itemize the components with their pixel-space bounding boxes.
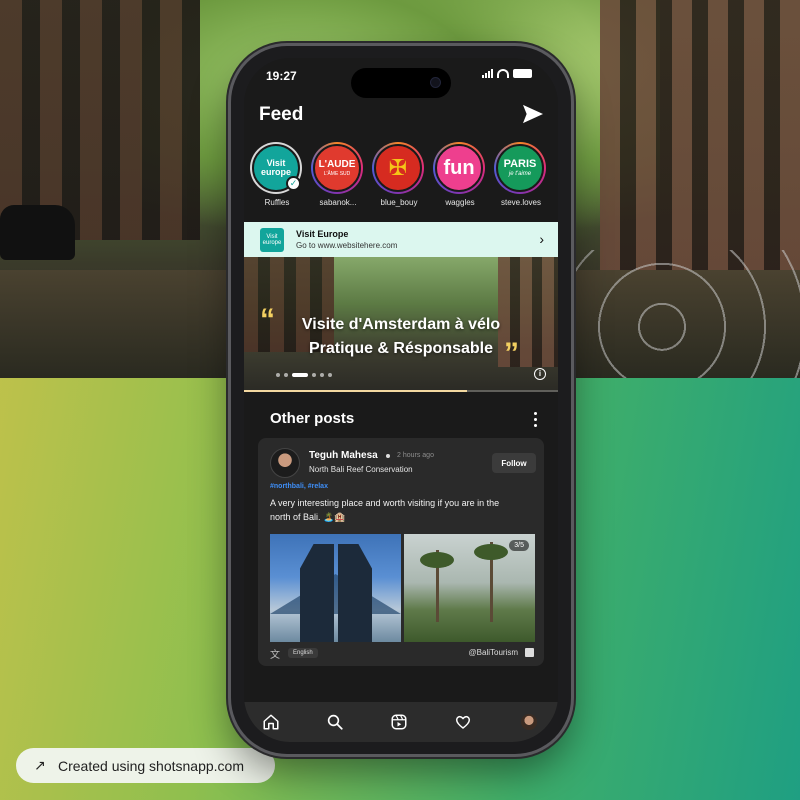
story-name: waggles (445, 198, 475, 207)
story-avatar: L'AUDE L'ÂME SUD (313, 144, 361, 192)
palm-frond (420, 552, 454, 568)
carousel-dot[interactable] (284, 373, 288, 377)
stories-row: Visit europe ✓ Ruffles L'AUDE L'ÂME SUD … (244, 142, 558, 210)
camera-icon (430, 77, 441, 88)
follow-button[interactable]: Follow (492, 453, 536, 473)
story-name: blue_bouy (380, 198, 418, 207)
story-ring: PARIS je t'aime (494, 142, 546, 194)
post-body: A very interesting place and worth visit… (270, 498, 500, 522)
avatar[interactable] (270, 448, 300, 478)
story-ring: fun (433, 142, 485, 194)
search-tab[interactable] (323, 710, 347, 734)
home-icon (263, 714, 279, 730)
status-time: 19:27 (266, 69, 297, 83)
more-vertical-icon[interactable] (534, 412, 538, 427)
send-icon[interactable] (522, 104, 544, 124)
battery-icon (513, 69, 532, 78)
gate-left (300, 544, 334, 642)
story-name: sabanok... (319, 198, 357, 207)
sponsor-logo: Visit europe (260, 227, 284, 252)
post-image-palms[interactable]: 3/5 (404, 534, 535, 642)
story-avatar: PARIS je t'aime (496, 144, 544, 192)
quote-close-icon: ” (504, 337, 519, 370)
hero-carousel[interactable]: “ Visite d'Amsterdam à vélo Pratique & R… (244, 257, 558, 392)
story-avatar: fun (435, 144, 483, 192)
phone-screen: 19:27 Feed Visit europe ✓ Ruffles L'AUDE… (244, 58, 558, 742)
search-icon (327, 714, 343, 730)
badge-text: Created using shotsnapp.com (58, 757, 244, 774)
activity-tab[interactable] (451, 710, 475, 734)
carousel-dots[interactable] (276, 373, 332, 377)
page-title: Feed (259, 104, 304, 125)
post-username[interactable]: Teguh Mahesa (309, 450, 378, 461)
translate-icon[interactable]: 文 (270, 646, 280, 661)
story-logo-text: PARIS (503, 158, 537, 170)
arrow-up-right-icon: ↗ (34, 757, 46, 773)
story-ring: L'AUDE L'ÂME SUD (311, 142, 363, 194)
story-name: Ruffles (264, 198, 290, 207)
feed-header: Feed (244, 102, 558, 132)
story-item[interactable]: ✠ blue_bouy (372, 142, 426, 207)
verified-check-icon: ✓ (286, 176, 301, 191)
story-progress-fill (244, 390, 467, 392)
image-count-badge: 3/5 (509, 540, 529, 551)
post-location[interactable]: North Bali Reef Conservation (309, 465, 413, 474)
palm-frond (474, 544, 508, 560)
info-icon[interactable]: i (534, 368, 546, 380)
profile-tab[interactable] (517, 710, 541, 734)
chevron-right-icon[interactable]: › (539, 231, 544, 247)
sponsored-banner[interactable]: Visit europe Visit Europe Go to www.webs… (244, 222, 558, 257)
gate-right (338, 544, 372, 642)
post-footer: 文 English @BaliTourism (270, 646, 534, 661)
hero-line-2: Pratique & Résponsable (308, 340, 494, 357)
reels-icon (391, 714, 407, 730)
carousel-dot[interactable] (312, 373, 316, 377)
story-item[interactable]: Visit europe ✓ Ruffles (250, 142, 304, 207)
post-handle[interactable]: @BaliTourism (469, 648, 518, 657)
story-item[interactable]: PARIS je t'aime steve.loves (494, 142, 548, 207)
section-title: Other posts (270, 410, 355, 427)
story-ring: ✠ (372, 142, 424, 194)
occitan-cross-icon: ✠ (374, 144, 422, 192)
car (0, 205, 75, 260)
separator-dot (386, 454, 390, 458)
heart-icon (455, 715, 471, 729)
section-header: Other posts (244, 410, 558, 432)
reels-tab[interactable] (387, 710, 411, 734)
story-item[interactable]: fun waggles (433, 142, 487, 207)
dynamic-island (351, 68, 451, 98)
phone-frame: 19:27 Feed Visit europe ✓ Ruffles L'AUDE… (231, 46, 571, 754)
carousel-dot[interactable] (292, 373, 308, 377)
carousel-dot[interactable] (276, 373, 280, 377)
post-time: 2 hours ago (397, 452, 434, 459)
post-tags[interactable]: #northbali, #relax (270, 483, 328, 490)
mountain-shape (270, 574, 401, 614)
shotsnapp-badge[interactable]: ↗ Created using shotsnapp.com (16, 748, 275, 783)
carousel-dot[interactable] (320, 373, 324, 377)
carousel-dot[interactable] (328, 373, 332, 377)
post-image-bali-gate[interactable] (270, 534, 401, 642)
sponsor-url: Go to www.websitehere.com (296, 241, 398, 250)
story-logo-subtext: L'ÂME SUD (323, 170, 351, 177)
home-tab[interactable] (259, 710, 283, 734)
language-tag[interactable]: English (288, 648, 318, 658)
hero-line-1: Visite d'Amsterdam à vélo (301, 316, 501, 333)
wifi-icon (497, 69, 509, 78)
bicycles (570, 250, 800, 378)
sponsor-title: Visit Europe (296, 229, 349, 239)
story-progress (244, 390, 558, 392)
story-logo-subtext: je t'aime (508, 171, 532, 177)
signal-icon (482, 69, 493, 78)
story-logo-text: L'AUDE (318, 158, 356, 170)
buildings-left (0, 0, 200, 240)
post-card: Teguh Mahesa 2 hours ago North Bali Reef… (258, 438, 544, 666)
profile-card-icon[interactable] (525, 648, 534, 657)
bottom-tab-bar (244, 702, 558, 742)
status-icons (482, 69, 532, 78)
profile-avatar (521, 714, 537, 730)
story-name: steve.loves (500, 198, 542, 207)
story-item[interactable]: L'AUDE L'ÂME SUD sabanok... (311, 142, 365, 207)
hero-caption: Visite d'Amsterdam à vélo Pratique & Rés… (264, 313, 538, 361)
